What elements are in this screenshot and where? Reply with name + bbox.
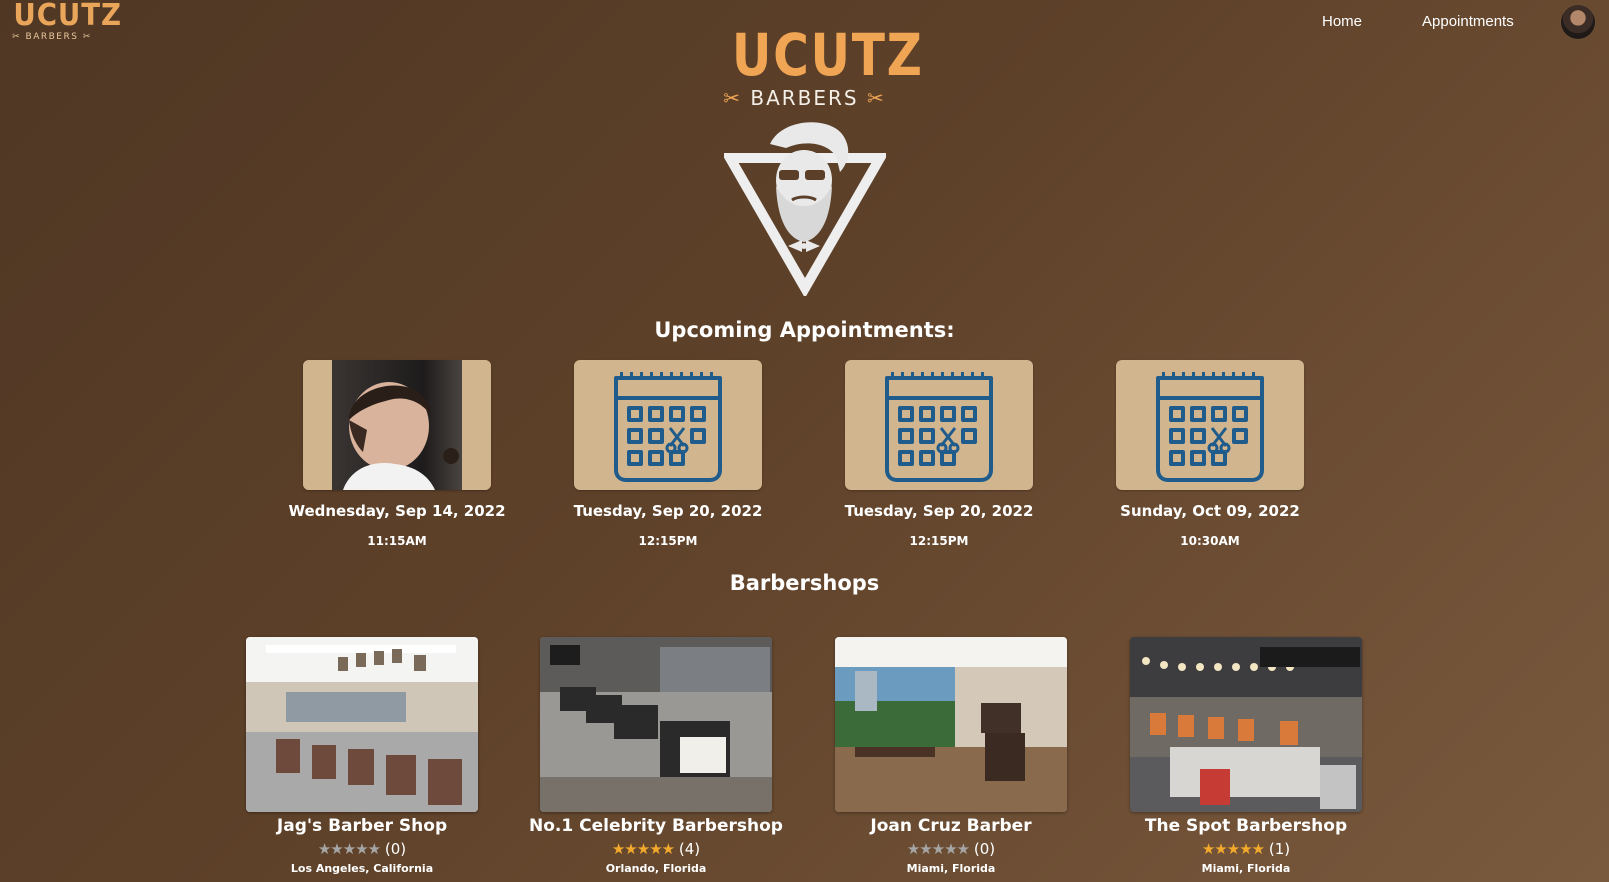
rating-count: (4)	[678, 840, 701, 858]
appointment-time: 11:15AM	[367, 534, 427, 548]
rating-count: (1)	[1268, 840, 1291, 858]
calendar-scissors-icon	[614, 372, 722, 482]
rating-stars-icon: ★★★★★	[1201, 840, 1265, 858]
barbershop-name[interactable]: The Spot Barbershop	[1101, 816, 1391, 836]
calendar-scissors-icon	[885, 372, 993, 482]
hero-logo: UCUTZ ✂ BARBERS ✂	[718, 21, 924, 112]
nav-home-link[interactable]: Home	[1322, 13, 1362, 30]
appointment-time: 12:15PM	[909, 534, 969, 548]
appointment-card[interactable]	[303, 360, 491, 490]
barbershop-rating: ★★★★★ (4)	[511, 840, 801, 858]
barbershop-rating: ★★★★★ (1)	[1101, 840, 1391, 858]
appointment-date: Sunday, Oct 09, 2022	[1120, 502, 1300, 520]
barbershop-location: Miami, Florida	[1201, 862, 1291, 875]
barbershops-heading: Barbershops	[729, 571, 880, 595]
hero-logo-sub: ✂ BARBERS ✂	[723, 86, 886, 110]
barbershop-photo	[540, 637, 772, 812]
scissors-icon: ✂	[82, 32, 92, 42]
appointment-card[interactable]	[574, 360, 762, 490]
appointment-date: Tuesday, Sep 20, 2022	[844, 502, 1034, 520]
hero-logo-text: UCUTZ	[731, 21, 924, 89]
rating-stars-icon: ★★★★★	[611, 840, 675, 858]
appointment-time: 12:15PM	[638, 534, 698, 548]
navbar-logo[interactable]: UCUTZ ✂ BARBERS ✂	[10, 0, 122, 44]
appointment-date: Tuesday, Sep 20, 2022	[573, 502, 763, 520]
scissors-icon: ✂	[12, 32, 22, 42]
appointment-time: 10:30AM	[1180, 534, 1240, 548]
rating-stars-icon: ★★★★★	[906, 840, 970, 858]
barbershop-location: Miami, Florida	[906, 862, 996, 875]
scissors-icon: ✂	[866, 86, 886, 110]
barbershop-rating: ★★★★★ (0)	[806, 840, 1096, 858]
rating-count: (0)	[384, 840, 407, 858]
barbershop-name[interactable]: No.1 Celebrity Barbershop	[511, 816, 801, 836]
barbershop-card[interactable]	[835, 637, 1067, 812]
bearded-barber-icon	[724, 122, 886, 296]
barbershop-location: Orlando, Florida	[605, 862, 707, 875]
barbershop-card[interactable]	[1130, 637, 1362, 812]
rating-stars-icon: ★★★★★	[317, 840, 381, 858]
navbar-logo-sub: ✂ BARBERS ✂	[12, 32, 92, 42]
barbershop-name[interactable]: Jag's Barber Shop	[217, 816, 507, 836]
appointment-card[interactable]	[1116, 360, 1304, 490]
user-avatar[interactable]	[1560, 4, 1596, 40]
appointment-card[interactable]	[845, 360, 1033, 490]
upcoming-appointments-heading: Upcoming Appointments:	[654, 318, 955, 342]
appointment-date: Wednesday, Sep 14, 2022	[288, 502, 506, 520]
barbershop-photo	[835, 637, 1067, 812]
scissors-icon: ✂	[723, 86, 743, 110]
barbershop-card[interactable]	[246, 637, 478, 812]
barbershop-card[interactable]	[540, 637, 772, 812]
nav-appointments-link[interactable]: Appointments	[1422, 13, 1514, 30]
barbershop-location: Los Angeles, California	[290, 862, 434, 875]
calendar-scissors-icon	[1156, 372, 1264, 482]
barbershop-photo	[1130, 637, 1362, 812]
rating-count: (0)	[973, 840, 996, 858]
barbershop-name[interactable]: Joan Cruz Barber	[806, 816, 1096, 836]
barbershop-photo	[246, 637, 478, 812]
haircut-photo	[303, 360, 491, 490]
barbershop-rating: ★★★★★ (0)	[217, 840, 507, 858]
navbar-logo-text: UCUTZ	[13, 0, 122, 33]
